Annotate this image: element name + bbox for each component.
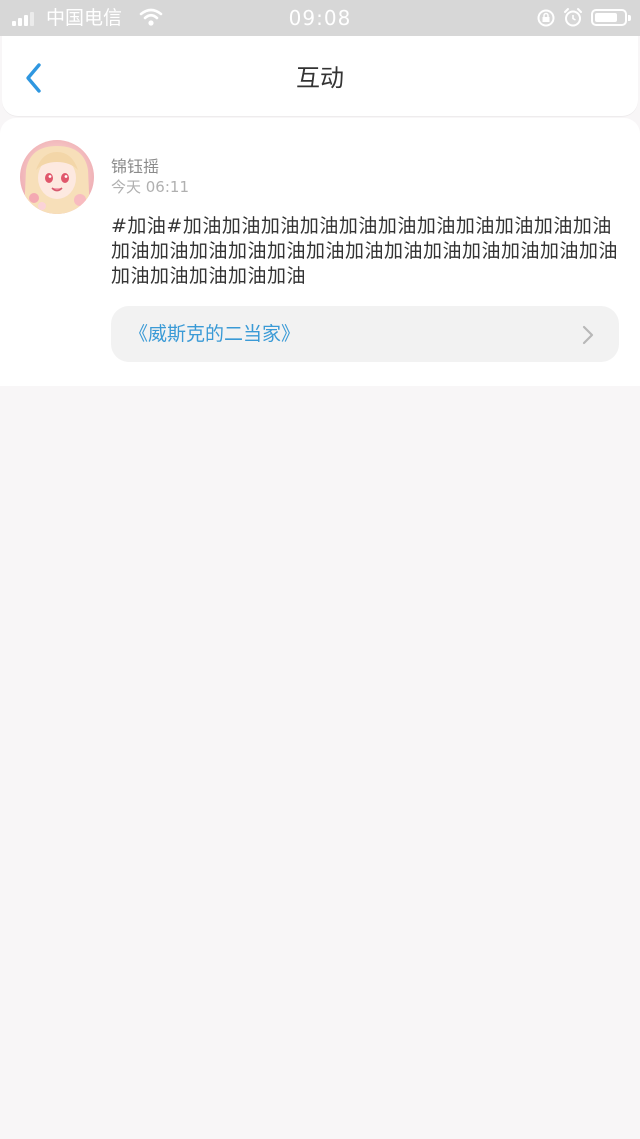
status-bar: 中国电信 09:08 (0, 0, 640, 36)
battery-fill (595, 13, 617, 22)
rotation-lock-icon (537, 9, 555, 27)
alarm-icon (564, 8, 582, 27)
book-link-title: 《威斯克的二当家》 (129, 323, 301, 345)
post-timestamp: 今天 06:11 (111, 178, 189, 196)
post-card: 锦钰摇 今天 06:11 #加油#加油加油加油加油加油加油加油加油加油加油加油加… (0, 118, 640, 386)
chevron-right-icon (582, 325, 594, 345)
username[interactable]: 锦钰摇 (111, 156, 159, 178)
book-link-button[interactable]: 《威斯克的二当家》 (111, 306, 619, 362)
avatar-image (24, 146, 90, 214)
battery-icon (591, 9, 631, 26)
nav-header: 互动 (2, 36, 638, 116)
avatar[interactable] (20, 140, 94, 214)
page-title: 互动 (296, 64, 344, 92)
post-content: #加油#加油加油加油加油加油加油加油加油加油加油加油加油加油加油加油加油加油加油… (111, 215, 619, 287)
